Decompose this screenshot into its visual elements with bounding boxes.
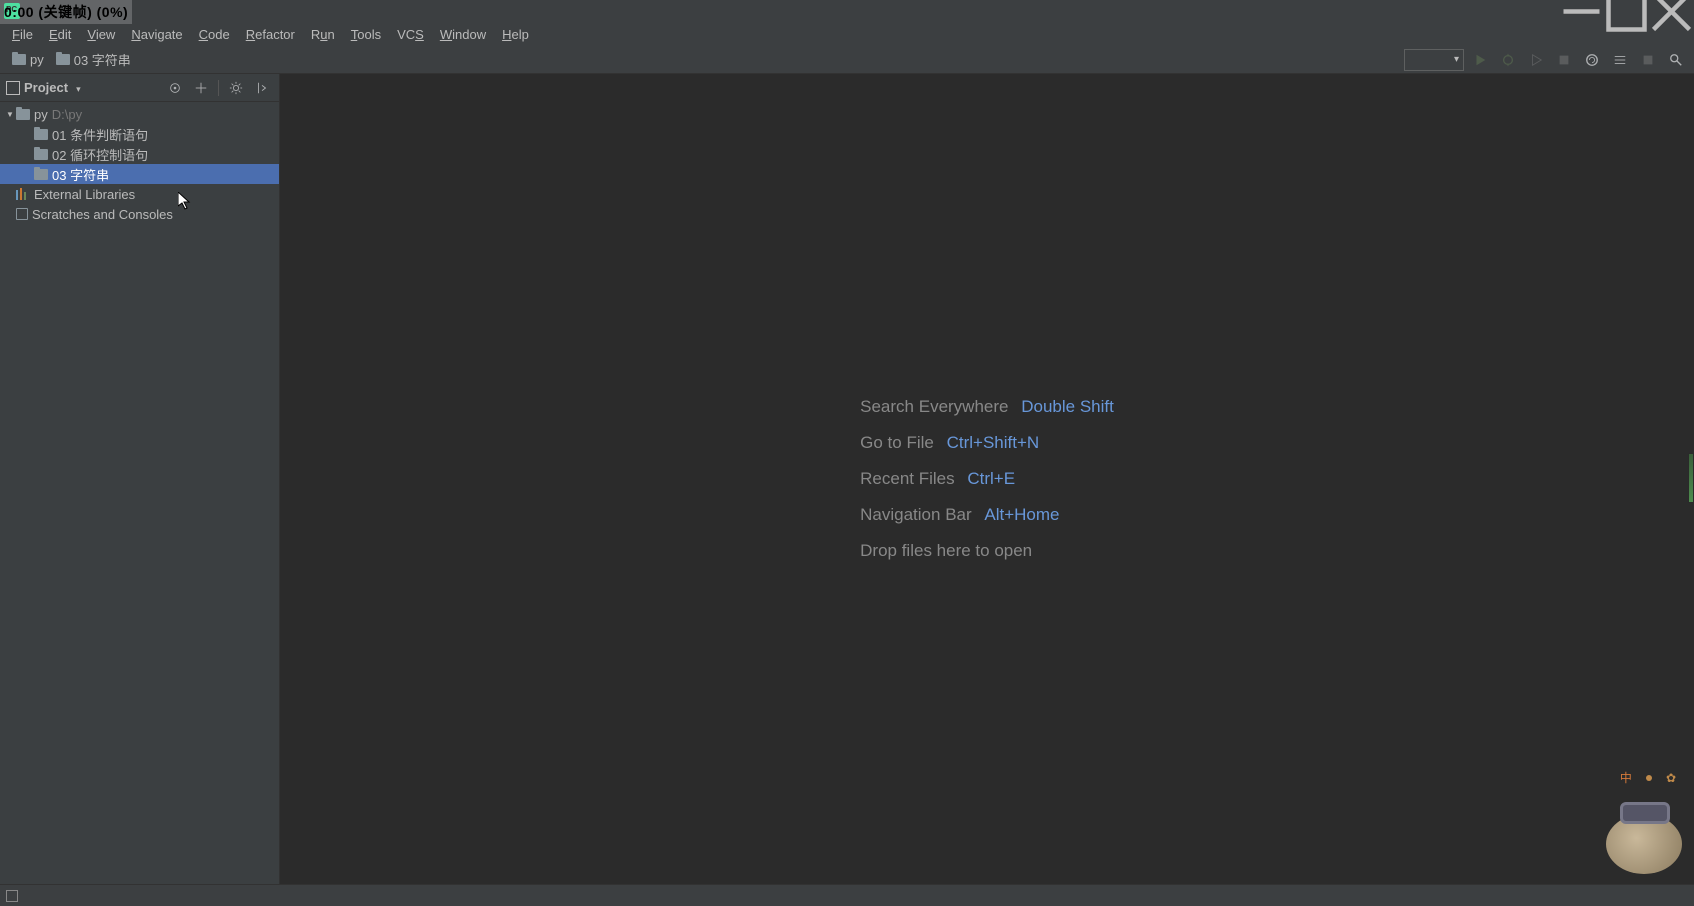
folder-node[interactable]: 02 循环控制语句 [0,144,279,164]
editor-empty-area[interactable]: Search Everywhere Double Shift Go to Fil… [280,74,1694,884]
folder-node-selected[interactable]: 03 字符串 [0,164,279,184]
stop-button [1552,48,1576,72]
memory-indicator[interactable] [1688,453,1694,503]
external-libraries-label: External Libraries [34,187,135,202]
hint-label: Recent Files [860,469,954,488]
hint-shortcut: Ctrl+E [967,469,1015,488]
scratch-icon [16,208,28,220]
project-name-label: py [34,107,48,122]
project-pane-icon [6,81,20,95]
menu-tools[interactable]: Tools [343,25,389,44]
breadcrumb-current[interactable]: 03 字符串 [50,48,137,71]
hint-shortcut: Alt+Home [984,505,1059,524]
ime-paw-icon: ✿ [1666,771,1676,785]
run-button [1468,48,1492,72]
external-libraries-node[interactable]: External Libraries [0,184,279,204]
folder-icon [34,169,48,180]
status-bar [0,884,1694,906]
menu-view[interactable]: View [79,25,123,44]
search-everywhere-button [1636,48,1660,72]
breadcrumb-current-label: 03 字符串 [74,50,131,69]
maximize-button[interactable] [1604,0,1649,22]
folder-icon [16,109,30,120]
folder-icon [12,54,26,65]
project-view-dropdown[interactable] [72,80,81,95]
expand-all-button[interactable] [190,77,212,99]
window-controls [1559,0,1694,22]
hint-recent-files: Recent Files Ctrl+E [860,469,1114,489]
run-with-coverage-button [1524,48,1548,72]
menu-file[interactable]: File [4,25,41,44]
hide-panel-button[interactable] [251,77,273,99]
ime-indicator: 中 ✿ [1620,769,1676,786]
navigation-bar: py 03 字符串 [0,46,1694,74]
locate-file-button[interactable] [164,77,186,99]
ide-settings-button[interactable] [1608,48,1632,72]
hint-shortcut: Ctrl+Shift+N [947,433,1040,452]
tool-windows-toggle-button[interactable] [6,890,18,902]
project-panel-title: Project [24,80,68,95]
folder-label: 03 字符串 [52,165,109,184]
search-button[interactable] [1664,48,1688,72]
folder-icon [56,54,70,65]
hint-label: Drop files here to open [860,541,1032,560]
scratches-label: Scratches and Consoles [32,207,173,222]
expand-arrow-icon[interactable] [4,109,16,120]
folder-label: 01 条件判断语句 [52,125,148,144]
breadcrumb-root-label: py [30,52,44,67]
toolbar-right [1404,48,1688,72]
hint-label: Go to File [860,433,934,452]
close-button[interactable] [1649,0,1694,22]
main-area: Project py D:\py 01 条件判断语句 02 循环控制语句 [0,74,1694,884]
menu-run[interactable]: Run [303,25,343,44]
run-configuration-selector[interactable] [1404,49,1464,71]
menu-vcs[interactable]: VCS [389,25,432,44]
debug-button [1496,48,1520,72]
folder-icon [34,149,48,160]
hint-search-everywhere: Search Everywhere Double Shift [860,397,1114,417]
project-tree: py D:\py 01 条件判断语句 02 循环控制语句 03 字符串 Exte… [0,102,279,884]
separator [218,80,219,96]
project-sidebar: Project py D:\py 01 条件判断语句 02 循环控制语句 [0,74,280,884]
ime-lang-label: 中 [1620,769,1632,786]
video-overlay-text: 0:00 (关键帧) (0%) [0,0,132,24]
folder-node[interactable]: 01 条件判断语句 [0,124,279,144]
menu-edit[interactable]: Edit [41,25,79,44]
ime-dot-icon [1646,775,1652,781]
minimize-button[interactable] [1559,0,1604,22]
project-panel-header: Project [0,74,279,102]
folder-icon [34,129,48,140]
hint-drop-files: Drop files here to open [860,541,1114,561]
menu-window[interactable]: Window [432,25,494,44]
editor-hints: Search Everywhere Double Shift Go to Fil… [860,381,1114,577]
scratches-node[interactable]: Scratches and Consoles [0,204,279,224]
menubar: File Edit View Navigate Code Refactor Ru… [0,22,1694,46]
menu-navigate[interactable]: Navigate [123,25,190,44]
menu-help[interactable]: Help [494,25,537,44]
hint-goto-file: Go to File Ctrl+Shift+N [860,433,1114,453]
library-icon [16,188,30,200]
project-path-label: D:\py [52,107,82,122]
panel-settings-button[interactable] [225,77,247,99]
breadcrumb-root[interactable]: py [6,50,50,69]
menu-refactor[interactable]: Refactor [238,25,303,44]
window-titlebar: 0:00 (关键帧) (0%) [0,0,1694,22]
hint-navigation-bar: Navigation Bar Alt+Home [860,505,1114,525]
project-root-node[interactable]: py D:\py [0,104,279,124]
hint-label: Search Everywhere [860,397,1008,416]
folder-label: 02 循环控制语句 [52,145,148,164]
menu-code[interactable]: Code [191,25,238,44]
hint-label: Navigation Bar [860,505,972,524]
update-project-button[interactable] [1580,48,1604,72]
hint-shortcut: Double Shift [1021,397,1114,416]
